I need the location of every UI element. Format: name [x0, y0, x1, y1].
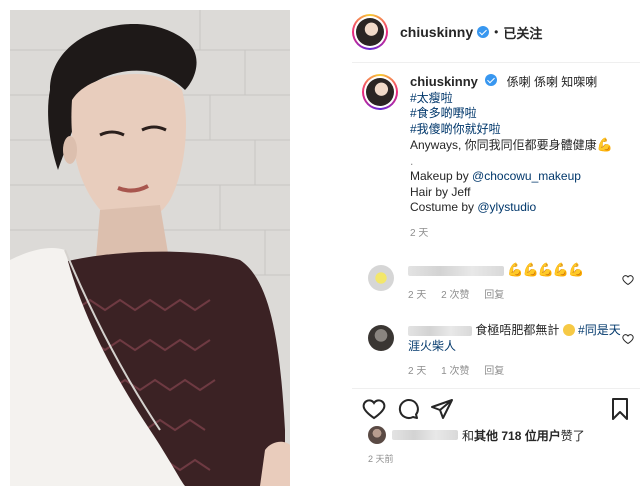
post-photo	[10, 10, 290, 486]
post-timestamp[interactable]: 2 天前	[368, 452, 394, 465]
costume-prefix: Costume by	[410, 200, 478, 214]
caption-avatar[interactable]	[362, 74, 398, 110]
likes-summary: 和 其他 718 位用户 赞了	[368, 426, 585, 444]
divider	[352, 62, 640, 63]
commenter-avatar[interactable]	[368, 265, 394, 291]
reply-button[interactable]: 回复	[484, 366, 504, 377]
verified-badge-icon	[485, 74, 498, 86]
verified-badge-icon	[477, 26, 490, 38]
comment-likes[interactable]: 1 次赞	[441, 366, 469, 377]
comment-icon[interactable]	[396, 397, 420, 421]
avatar[interactable]	[352, 14, 388, 50]
heart-icon[interactable]	[622, 274, 634, 286]
liker-avatar[interactable]	[368, 426, 386, 444]
commenter-avatar[interactable]	[368, 325, 394, 351]
likes-others[interactable]: 其他 718 位用户	[474, 427, 561, 444]
comment-likes[interactable]: 2 次赞	[441, 290, 469, 301]
mention-costume[interactable]: @ylystudio	[477, 200, 536, 214]
post-header: chiuskinny • 已关注	[352, 12, 640, 52]
mention-makeup[interactable]: @chocowu_makeup	[472, 169, 581, 183]
muscle-emoji: 💪	[596, 137, 613, 152]
divider	[352, 388, 640, 389]
heart-icon[interactable]	[622, 333, 634, 345]
liker-name-blurred[interactable]	[392, 430, 458, 440]
comment-meta: 2 天 1 次赞 回复	[408, 364, 632, 380]
hashtag[interactable]: #我傻啲你就好啦	[410, 122, 501, 136]
hashtag[interactable]: #食多啲嘢啦	[410, 106, 477, 120]
post-details: chiuskinny • 已关注 chiuskinny 係喇 係喇 知㗎喇 #太…	[352, 0, 640, 496]
follow-button[interactable]: 已关注	[503, 23, 542, 42]
hashtag[interactable]: #太瘦啦	[410, 91, 453, 105]
comment-time[interactable]: 2 天	[408, 366, 426, 377]
comment-text: 💪💪💪💪💪	[507, 262, 584, 277]
comment-text: 食極唔肥都無計	[475, 323, 560, 337]
comment: 食極唔肥都無計 #同是天涯火柴人 2 天 1 次赞 回复	[368, 322, 632, 380]
action-bar	[362, 396, 632, 422]
commenter-name-blurred[interactable]	[408, 325, 472, 336]
reply-button[interactable]: 回复	[484, 290, 504, 301]
comment-time[interactable]: 2 天	[408, 290, 426, 301]
caption-line1: 係喇 係喇 知㗎喇	[506, 75, 598, 89]
caption: chiuskinny 係喇 係喇 知㗎喇 #太瘦啦 #食多啲嘢啦 #我傻啲你就好…	[362, 74, 632, 241]
makeup-prefix: Makeup by	[410, 169, 473, 183]
instagram-post: chiuskinny • 已关注 chiuskinny 係喇 係喇 知㗎喇 #太…	[0, 0, 640, 496]
likes-verb: 赞了	[560, 428, 585, 443]
laughing-emoji	[562, 324, 575, 336]
caption-dot: .	[410, 153, 414, 168]
caption-username[interactable]: chiuskinny	[410, 74, 478, 89]
likes-conj: 和	[462, 428, 475, 443]
caption-text: chiuskinny 係喇 係喇 知㗎喇 #太瘦啦 #食多啲嘢啦 #我傻啲你就好…	[410, 74, 613, 242]
separator-dot: •	[494, 25, 499, 39]
comment-meta: 2 天 2 次赞 回复	[408, 288, 583, 304]
comment: 💪💪💪💪💪 2 天 2 次赞 回复	[368, 262, 632, 304]
hair-credit: Hair by Jeff	[410, 184, 471, 199]
commenter-name-blurred[interactable]	[408, 265, 504, 276]
share-icon[interactable]	[430, 397, 454, 421]
username-link[interactable]: chiuskinny	[400, 24, 473, 40]
caption-time[interactable]: 2 天	[410, 226, 612, 242]
caption-anyways: Anyways, 你同我同佢都要身體健康	[410, 138, 597, 152]
bookmark-icon[interactable]	[608, 397, 632, 421]
heart-icon[interactable]	[362, 397, 386, 421]
